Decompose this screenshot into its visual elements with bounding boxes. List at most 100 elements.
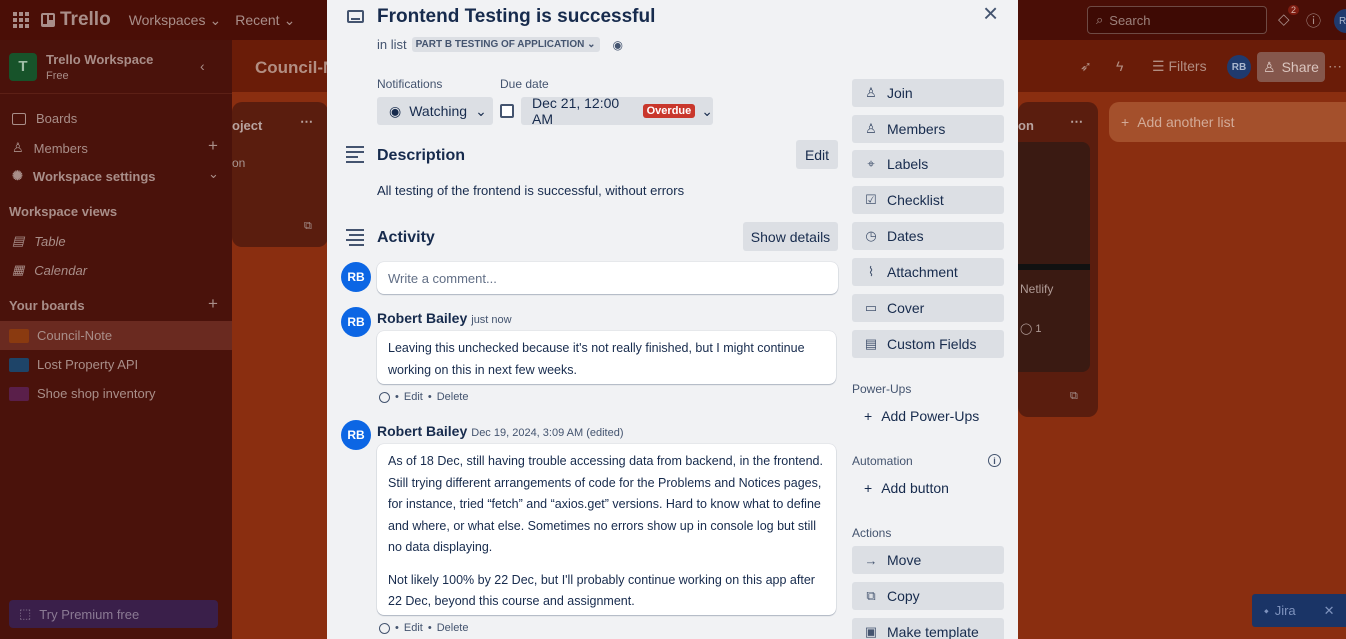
share-icon: ♙: [1263, 58, 1276, 75]
avatar: RB: [341, 262, 371, 292]
list-menu-icon[interactable]: ⋯: [300, 114, 313, 130]
filters-button[interactable]: ☰ Filters: [1152, 58, 1207, 75]
move-button[interactable]: → Move: [852, 546, 1004, 574]
board-color-swatch: [9, 357, 29, 372]
plus-icon: +: [864, 408, 873, 424]
comment-author: Robert Bailey just now: [377, 310, 512, 326]
jira-widget[interactable]: ⬩ Jira ✕: [1252, 594, 1346, 627]
help-icon[interactable]: ⓘ: [1306, 10, 1321, 31]
automation-header: Automation: [852, 454, 913, 468]
board-member-avatar[interactable]: RB: [1227, 55, 1251, 79]
sidebar-view-calendar[interactable]: ▦ Calendar: [12, 262, 87, 278]
description-icon: [346, 146, 364, 166]
edit-description-button[interactable]: Edit: [796, 140, 838, 169]
app-switcher-icon[interactable]: [13, 12, 29, 28]
cover-button[interactable]: ▭ Cover: [852, 294, 1004, 322]
chevron-down-icon[interactable]: ⌄: [208, 166, 219, 182]
labels-button[interactable]: ⌖ Labels: [852, 150, 1004, 178]
table-icon: ▤: [12, 233, 25, 248]
sidebar-board-shoe-shop-inventory[interactable]: Shoe shop inventory: [0, 379, 232, 408]
trello-logo-icon: [41, 13, 55, 27]
board-title[interactable]: Council-N: [255, 58, 335, 78]
share-button[interactable]: ♙ Share: [1257, 52, 1325, 82]
list-title: oject: [232, 118, 263, 133]
your-boards-header: Your boards: [9, 298, 85, 313]
edit-comment-link[interactable]: Edit: [404, 622, 423, 634]
plus-icon: +: [864, 480, 873, 496]
close-icon[interactable]: ×: [983, 0, 998, 26]
sidebar-board-lost-property-api[interactable]: Lost Property API: [0, 350, 232, 379]
description-text[interactable]: All testing of the frontend is successfu…: [377, 183, 684, 198]
delete-comment-link[interactable]: Delete: [437, 622, 469, 634]
join-button[interactable]: ♙ Join: [852, 79, 1004, 107]
avatar: RB: [341, 307, 371, 337]
show-details-button[interactable]: Show details: [743, 222, 838, 251]
edit-comment-link[interactable]: Edit: [404, 391, 423, 403]
add-reaction-icon[interactable]: [379, 622, 390, 634]
card-list-location: in list PART B TESTING OF APPLICATION ⌄ …: [377, 37, 623, 52]
account-avatar[interactable]: RB: [1334, 9, 1346, 33]
comment-icon: ◯: [1020, 323, 1033, 335]
custom-fields-icon: ▤: [864, 336, 878, 351]
members-button[interactable]: ♙ Members: [852, 115, 1004, 143]
sidebar-item-workspace-settings[interactable]: ✺ Workspace settings: [12, 168, 156, 184]
trello-logo[interactable]: Trello: [41, 9, 111, 31]
card-template-icon[interactable]: ⧉: [304, 220, 312, 233]
add-board-icon[interactable]: +: [208, 294, 218, 314]
automation-icon[interactable]: ϟ: [1116, 58, 1123, 74]
card-title[interactable]: Frontend Testing is successful: [377, 6, 655, 28]
try-premium-button[interactable]: ⬚ Try Premium free: [9, 600, 218, 628]
workspace-plan: Free: [46, 69, 69, 82]
avatar: RB: [341, 420, 371, 450]
checklist-icon: ☑: [865, 192, 877, 207]
sidebar-item-boards[interactable]: Boards: [12, 111, 77, 126]
power-up-icon[interactable]: ➶: [1080, 58, 1092, 75]
list-name-button[interactable]: PART B TESTING OF APPLICATION ⌄: [411, 37, 600, 52]
attachment-button[interactable]: ⌇ Attachment: [852, 258, 1004, 286]
copy-button[interactable]: ⧉ Copy: [852, 582, 1004, 610]
workspace-header: T Trello Workspace Free ‹: [0, 40, 232, 94]
delete-comment-link[interactable]: Delete: [437, 391, 469, 403]
due-date-button[interactable]: Dec 21, 12:00 AM Overdue ⌄: [521, 95, 713, 127]
recent-menu[interactable]: Recent ⌄: [235, 12, 295, 29]
collapse-sidebar-icon[interactable]: ‹: [200, 58, 205, 74]
checklist-button[interactable]: ☑ Checklist: [852, 186, 1004, 214]
watching-button[interactable]: ◉ Watching ⌄: [377, 97, 493, 125]
filter-icon: ☰: [1152, 58, 1165, 74]
more-icon[interactable]: ⋯: [1328, 58, 1342, 75]
add-reaction-icon[interactable]: [379, 391, 390, 403]
premium-icon: ⬚: [19, 606, 32, 621]
add-button-button[interactable]: + Add button: [852, 474, 1004, 502]
comment-actions: • Edit • Delete: [379, 391, 468, 403]
due-complete-checkbox[interactable]: [500, 104, 514, 118]
comment-timestamp[interactable]: Dec 19, 2024, 3:09 AM (edited): [471, 427, 623, 439]
chevron-down-icon: ⌄: [701, 102, 713, 119]
search-input[interactable]: ⌕ Search: [1087, 6, 1267, 34]
overdue-badge: Overdue: [642, 104, 696, 118]
add-power-ups-button[interactable]: + Add Power-Ups: [852, 402, 1004, 430]
arrow-right-icon: →: [864, 552, 878, 568]
board-color-swatch: [9, 328, 29, 343]
workspaces-menu[interactable]: Workspaces ⌄: [129, 12, 222, 29]
workspace-sidebar: T Trello Workspace Free ‹ Boards ♙ Member…: [0, 40, 232, 639]
comment-timestamp[interactable]: just now: [471, 314, 511, 326]
card-title[interactable]: on: [232, 156, 245, 170]
custom-fields-button[interactable]: ▤ Custom Fields: [852, 330, 1004, 358]
close-icon[interactable]: ✕: [1324, 603, 1335, 619]
sidebar-item-members[interactable]: ♙ Members: [12, 140, 88, 156]
card-template-icon[interactable]: ⧉: [1070, 390, 1078, 403]
comment-input[interactable]: Write a comment...: [377, 262, 838, 294]
dates-button[interactable]: ◷ Dates: [852, 222, 1004, 250]
make-template-button[interactable]: ▣ Make template: [852, 618, 1004, 639]
notifications-label: Notifications: [377, 77, 443, 91]
person-icon: ♙: [865, 85, 877, 100]
sidebar-view-table[interactable]: ▤ Table: [12, 233, 66, 249]
list-menu-icon[interactable]: ⋯: [1070, 114, 1083, 130]
add-another-list-button[interactable]: + Add another list: [1109, 102, 1346, 142]
add-member-icon[interactable]: +: [208, 136, 218, 156]
sidebar-board-council-note[interactable]: Council-Note: [0, 321, 232, 350]
info-icon[interactable]: i: [988, 454, 1001, 467]
board-icon: [12, 112, 26, 125]
chevron-down-icon: ⌄: [283, 11, 296, 28]
card[interactable]: Netlify ◯ 1: [1018, 142, 1090, 372]
